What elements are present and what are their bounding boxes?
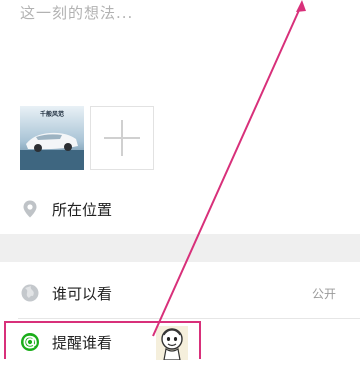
- photo-caption: 千般风范: [39, 111, 64, 118]
- globe-icon: [21, 284, 39, 302]
- location-row[interactable]: 所在位置: [0, 184, 360, 234]
- visibility-label: 谁可以看: [52, 285, 113, 303]
- add-photo-button[interactable]: [90, 106, 154, 170]
- section-separator: [0, 234, 360, 262]
- visibility-row[interactable]: 谁可以看 公开: [0, 268, 360, 318]
- row-divider: [18, 318, 360, 319]
- attached-photo[interactable]: 千般风范: [20, 106, 84, 170]
- post-text-input[interactable]: 这一刻的想法...: [20, 2, 133, 23]
- location-label: 所在位置: [52, 201, 113, 219]
- meme-avatar-icon: [156, 326, 188, 360]
- location-pin-icon: [23, 200, 37, 218]
- visibility-value: 公开: [311, 287, 336, 301]
